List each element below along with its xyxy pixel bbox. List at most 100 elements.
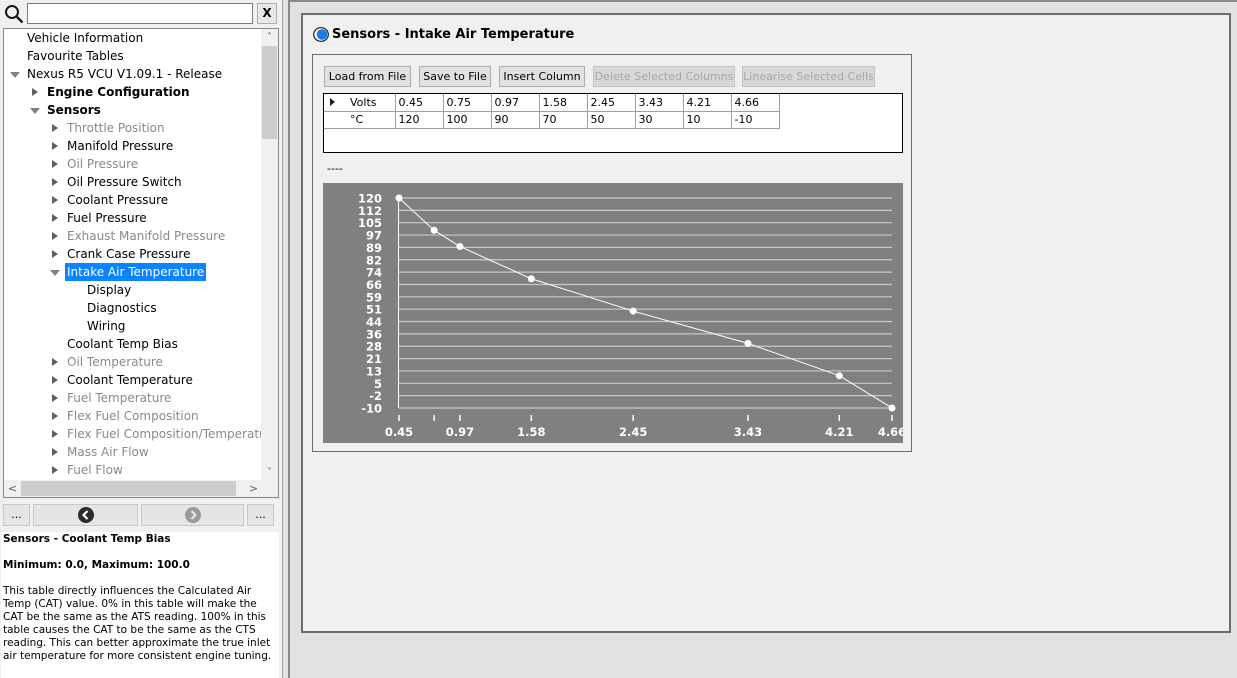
expand-arrow-right-icon[interactable]	[49, 119, 61, 137]
table-cell[interactable]: 90	[490, 110, 540, 129]
scroll-thumb[interactable]	[262, 46, 277, 139]
y-tick-label: -10	[361, 402, 382, 416]
tree-item[interactable]: Sensors	[4, 101, 262, 119]
tree-item[interactable]: Flex Fuel Composition	[4, 407, 262, 425]
tree-item-label: Wiring	[87, 319, 126, 333]
tree-item[interactable]: Display	[4, 281, 262, 299]
tree-item-label: Coolant Temperature	[67, 373, 193, 387]
load-from-file-button[interactable]: Load from File	[324, 66, 411, 87]
expand-arrow-down-icon[interactable]	[29, 101, 41, 119]
expand-arrow-right-icon[interactable]	[49, 461, 61, 479]
expand-arrow-right-icon[interactable]	[49, 191, 61, 209]
expand-arrow-down-icon[interactable]	[9, 65, 21, 83]
table-cell[interactable]: 4.66	[730, 94, 780, 112]
tree-item[interactable]: Engine Configuration	[4, 83, 262, 101]
expand-arrow-right-icon[interactable]	[49, 389, 61, 407]
table-cell[interactable]: 1.58	[538, 94, 588, 112]
scroll-up-button[interactable]: ˄	[261, 29, 278, 46]
tree-item-label: Oil Pressure	[67, 157, 139, 171]
table-cell[interactable]: 120	[394, 110, 444, 129]
tree-horizontal-scrollbar[interactable]: < >	[4, 480, 262, 497]
tree-item[interactable]: Wiring	[4, 317, 262, 335]
expand-arrow-right-icon[interactable]	[49, 353, 61, 371]
clear-search-button[interactable]: X	[257, 3, 277, 24]
hscroll-thumb[interactable]	[21, 481, 236, 496]
expand-arrow-right-icon[interactable]	[49, 245, 61, 263]
data-point	[456, 242, 464, 250]
scroll-left-button[interactable]: <	[4, 480, 21, 497]
forward-button[interactable]	[141, 504, 244, 526]
search-icon	[5, 5, 24, 24]
table-cell[interactable]: 10	[682, 110, 732, 129]
save-to-file-button[interactable]: Save to File	[419, 66, 491, 87]
tree-item[interactable]: Coolant Temp Bias	[4, 335, 262, 353]
expand-arrow-right-icon[interactable]	[49, 137, 61, 155]
tree-item[interactable]: Vehicle Information	[4, 29, 262, 47]
description-title: Sensors - Coolant Temp Bias	[3, 533, 171, 545]
tree-item[interactable]: Fuel Pressure	[4, 209, 262, 227]
expand-arrow-down-icon[interactable]	[49, 263, 61, 281]
table-cell[interactable]: 100	[442, 110, 492, 129]
back-button[interactable]	[33, 504, 138, 526]
tree-item[interactable]: Oil Temperature	[4, 353, 262, 371]
radio-indicator-icon[interactable]	[313, 27, 329, 42]
tree-item[interactable]: Crank Case Pressure	[4, 245, 262, 263]
navigation-panel: X Vehicle Information Favourite Tables Nex…	[0, 0, 282, 678]
expand-arrow-right-icon[interactable]	[49, 227, 61, 245]
expand-arrow-right-icon[interactable]	[49, 155, 61, 173]
expand-arrow-right-icon[interactable]	[49, 407, 61, 425]
tree-item[interactable]: Mass Air Flow	[4, 443, 262, 461]
row-header[interactable]: Volts	[324, 94, 396, 112]
tree-item[interactable]: Oil Pressure	[4, 155, 262, 173]
tree-item[interactable]: Coolant Temperature	[4, 371, 262, 389]
table-cell[interactable]: 30	[634, 110, 684, 129]
panel-title-text: Sensors - Intake Air Temperature	[332, 27, 575, 42]
tree-item-label: Intake Air Temperature	[65, 263, 207, 281]
settings-tree: Vehicle Information Favourite Tables Nexus…	[3, 28, 279, 498]
description-range: Minimum: 0.0, Maximum: 100.0	[3, 559, 190, 571]
tree-item[interactable]: Fuel Flow	[4, 461, 262, 479]
table-cell[interactable]: -10	[730, 110, 780, 129]
data-point	[629, 307, 637, 315]
table-cell[interactable]: 4.21	[682, 94, 732, 112]
table-cell[interactable]: 0.75	[442, 94, 492, 112]
expand-arrow-right-icon[interactable]	[49, 425, 61, 443]
table-cell[interactable]: 2.45	[586, 94, 636, 112]
expand-arrow-right-icon[interactable]	[49, 371, 61, 389]
scroll-right-button[interactable]: >	[245, 480, 262, 497]
delete-selected-columns-button[interactable]: Delete Selected Columns	[593, 66, 735, 87]
tree-item[interactable]: Exhaust Manifold Pressure	[4, 227, 262, 245]
history-last-button[interactable]: ...	[247, 504, 274, 526]
history-nav: ... ...	[3, 504, 279, 526]
tree-item[interactable]: Diagnostics	[4, 299, 262, 317]
table-cell[interactable]: 50	[586, 110, 636, 129]
tree-item[interactable]: Intake Air Temperature	[4, 263, 262, 281]
data-point	[395, 194, 403, 202]
tree-item[interactable]: Oil Pressure Switch	[4, 173, 262, 191]
tree-item[interactable]: Coolant Pressure	[4, 191, 262, 209]
tree-item[interactable]: Flex Fuel Composition/Temperature Sensor	[4, 425, 262, 443]
tree-item[interactable]: Manifold Pressure	[4, 137, 262, 155]
expand-arrow-right-icon[interactable]	[49, 209, 61, 227]
history-first-button[interactable]: ...	[3, 504, 30, 526]
table-cell[interactable]: 0.45	[394, 94, 444, 112]
expand-arrow-right-icon[interactable]	[29, 83, 41, 101]
row-header[interactable]: °C	[324, 111, 396, 129]
tree-item-label: Manifold Pressure	[67, 139, 174, 153]
tree-item[interactable]: Nexus R5 VCU V1.09.1 - Release	[4, 65, 262, 83]
tree-item[interactable]: Favourite Tables	[4, 47, 262, 65]
tree-item[interactable]: Fuel Temperature	[4, 389, 262, 407]
expand-arrow-right-icon[interactable]	[49, 443, 61, 461]
scroll-down-button[interactable]: ˅	[261, 464, 278, 481]
tree-item[interactable]: Throttle Position	[4, 119, 262, 137]
tree-item-label: Fuel Temperature	[67, 391, 172, 405]
linearise-selected-cells-button[interactable]: Linearise Selected Cells	[742, 66, 875, 87]
insert-column-button[interactable]: Insert Column	[499, 66, 585, 87]
table-cell[interactable]: 70	[538, 110, 588, 129]
expand-arrow-right-icon[interactable]	[49, 173, 61, 191]
search-input[interactable]	[27, 3, 253, 24]
table-cell[interactable]: 0.97	[490, 94, 540, 112]
tree-item-label: Throttle Position	[67, 121, 165, 135]
tree-vertical-scrollbar[interactable]: ˄ ˅	[261, 29, 278, 481]
table-cell[interactable]: 3.43	[634, 94, 684, 112]
